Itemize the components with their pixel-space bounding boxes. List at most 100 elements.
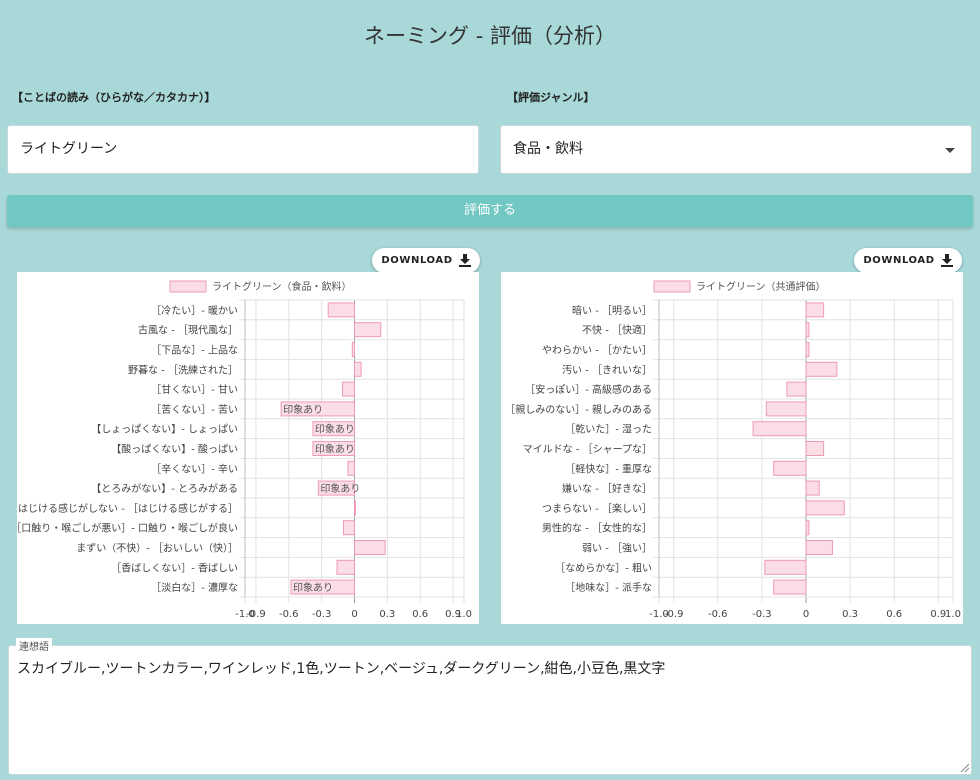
bar-label: 印象あり	[283, 404, 323, 416]
bar	[805, 361, 838, 377]
category-label: ［甘くない］- 甘い	[151, 383, 238, 396]
common-chart-panel: ライトグリーン（共通評価） -1.0 -0.9 -0.6 -0.3 0 0.3 0.6 0.9 1…	[501, 272, 963, 624]
reading-input[interactable]: ライトグリーン	[7, 125, 479, 174]
genre-select-value: 食品・飲料	[513, 141, 583, 157]
x-tick-label: -0.9	[664, 609, 684, 620]
bar	[327, 302, 356, 318]
download-button-genre[interactable]: DOWNLOAD	[372, 248, 480, 273]
resize-handle-icon[interactable]	[959, 762, 969, 772]
category-label: ［地味な］- 派手な	[565, 581, 652, 594]
download-label: DOWNLOAD	[381, 255, 453, 266]
category-label: ［安っぽい］- 高級感のある	[525, 383, 652, 396]
legend-label: ライトグリーン（共通評価）	[696, 280, 826, 293]
category-label: ［軽快な］- 重厚な	[565, 462, 652, 475]
category-label: はじける感じがしない - ［はじける感じがする］	[18, 502, 238, 515]
category-label: 弱い - ［強い］	[582, 542, 652, 555]
association-text: スカイブルー,ツートンカラー,ワインレッド,1色,ツートン,ベージュ,ダークグリ…	[17, 661, 666, 677]
association-textarea[interactable]: 連想語 スカイブルー,ツートンカラー,ワインレッド,1色,ツートン,ベージュ,ダ…	[8, 638, 972, 775]
download-label: DOWNLOAD	[863, 255, 935, 266]
bar	[336, 559, 356, 575]
bar-label: 印象あり	[315, 424, 355, 436]
bar	[805, 342, 810, 357]
category-label: 【酸っぱくない】- 酸っぱい	[111, 443, 238, 456]
x-tick-label: 0.3	[379, 609, 395, 620]
category-label: 【しょっぱくない】- しょっぱい	[91, 424, 238, 436]
category-label: 汚い - ［きれいな］	[562, 363, 652, 376]
genre-evaluation-chart: ライトグリーン（食品・飲料）-1.0-0.9 -0.6 -0.3 0 0.3 0.6 0.9…	[17, 280, 472, 620]
legend-swatch	[169, 280, 207, 293]
bar	[752, 421, 807, 437]
genre-select[interactable]: 食品・飲料	[500, 125, 972, 174]
x-tick-label: -0.9	[246, 609, 266, 620]
x-tick-label: -0.3	[752, 609, 772, 620]
common-evaluation-chart: ライトグリーン（共通評価）-1.0-0.9 -0.6 -0.3 0 0.3 0.6 0.91…	[505, 280, 961, 620]
legend-label: ライトグリーン（食品・飲料）	[212, 280, 352, 293]
x-tick-label: -0.3	[312, 609, 332, 620]
x-tick-label: 0	[351, 609, 357, 620]
bar	[341, 381, 355, 397]
download-icon	[458, 254, 471, 267]
association-label: 連想語	[16, 638, 52, 653]
x-tick-label: -0.6	[708, 609, 728, 620]
genre-label: 【評価ジャンル】	[507, 91, 595, 104]
bar	[351, 342, 355, 357]
category-label: ［冷たい］- 暖かい	[151, 304, 238, 317]
download-button-common[interactable]: DOWNLOAD	[854, 248, 962, 273]
category-label: 野暮な - ［洗練された］	[128, 363, 238, 376]
bar	[805, 540, 833, 555]
chevron-down-icon	[945, 148, 955, 153]
bar	[805, 500, 845, 516]
evaluate-button[interactable]: 評価する	[7, 195, 973, 227]
category-label: ［香ばしくない］- 香ばしい	[111, 562, 238, 574]
bar	[764, 559, 807, 575]
bar	[773, 579, 807, 595]
bar	[805, 322, 810, 338]
category-label: ［親しみのない］- 親しみのある	[505, 403, 652, 416]
x-tick-label: 0.6	[886, 609, 902, 620]
download-icon	[940, 254, 953, 267]
category-label: ［淡白な］- 濃厚な	[151, 581, 238, 594]
x-tick-label: 0.9	[930, 609, 946, 620]
bar	[786, 381, 807, 397]
category-label: 暗い - ［明るい］	[572, 304, 652, 317]
category-label: ［口触り・喉ごしが悪い］- 口触り・喉ごしが良い	[17, 522, 238, 535]
bar	[773, 460, 807, 476]
x-tick-label: 1.0	[456, 609, 472, 620]
x-tick-label: 1.0	[945, 609, 961, 620]
category-label: ［乾いた］- 湿った	[565, 423, 652, 436]
bar	[805, 441, 825, 456]
bar	[805, 520, 810, 536]
category-label: 【とろみがない】- とろみがある	[91, 482, 238, 495]
x-tick-label: -0.6	[279, 609, 299, 620]
category-label: マイルドな - ［シャープな］	[523, 444, 652, 456]
category-label: まずい（不快）- ［おいしい（快）］	[76, 543, 238, 555]
x-tick-label: 0.3	[842, 609, 858, 620]
category-label: ［苦くない］- 苦い	[151, 403, 238, 416]
bar	[354, 361, 362, 377]
bar-label: 印象あり	[293, 582, 333, 594]
bar-label: 印象あり	[315, 444, 355, 456]
reading-label: 【ことばの読み（ひらがな／カタカナ）】	[12, 91, 216, 104]
category-label: 不快 - ［快適］	[582, 324, 652, 337]
legend-swatch	[653, 280, 691, 293]
bar	[805, 480, 820, 496]
bar	[347, 460, 355, 476]
bar	[343, 520, 355, 536]
bar	[765, 401, 807, 417]
x-tick-label: 0	[803, 609, 809, 620]
category-label: つまらない - ［楽しい］	[542, 502, 652, 515]
category-label: 嫌いな - ［好きな］	[562, 482, 652, 495]
bar	[805, 302, 825, 318]
category-label: やわらかい - ［かたい］	[542, 345, 652, 357]
category-label: ［なめらかな］- 粗い	[555, 562, 652, 574]
category-label: 男性的な - ［女性的な］	[542, 522, 652, 535]
category-label: ［下品な］- 上品な	[151, 345, 238, 357]
bar	[354, 500, 356, 516]
category-label: ［辛くない］- 辛い	[151, 462, 238, 475]
genre-chart-panel: ライトグリーン（食品・飲料） -1.0 -0.9 -0.6 -0.3 0 0.3 0.6 0.9…	[17, 272, 479, 624]
bar	[354, 322, 382, 338]
page-title: ネーミング - 評価（分析）	[364, 24, 616, 48]
x-tick-label: 0.6	[412, 609, 428, 620]
category-label: 古風な - ［現代風な］	[138, 324, 238, 337]
bar	[354, 540, 386, 555]
